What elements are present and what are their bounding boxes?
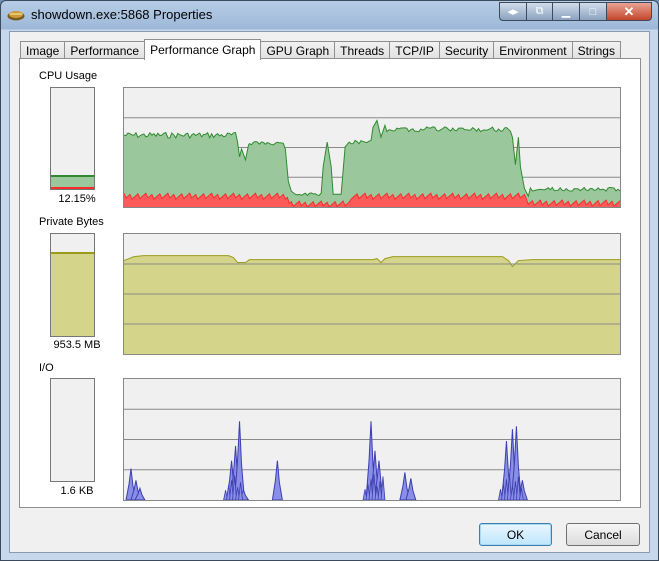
title-bar[interactable]: showdown.exe:5868 Properties ◂▸ ⧉ ▁ □ ✕ <box>1 1 658 30</box>
maximize-button[interactable]: □ <box>580 2 607 21</box>
close-button[interactable]: ✕ <box>607 2 652 21</box>
io-plot <box>124 408 620 500</box>
io-spike <box>380 476 386 500</box>
window-title: showdown.exe:5868 Properties <box>31 7 213 22</box>
minimize-button[interactable]: ▁ <box>553 2 580 21</box>
restore-window-button[interactable]: ⧉ <box>527 2 553 21</box>
private-bytes-value: 953.5 MB <box>53 339 101 351</box>
tab-environment[interactable]: Environment <box>493 41 573 59</box>
cpu-usage-meter <box>50 87 95 190</box>
io-label: I/O <box>39 362 54 374</box>
tab-image[interactable]: Image <box>20 41 66 59</box>
tab-performance-graph[interactable]: Performance Graph <box>144 39 262 60</box>
private-bytes-area-fill <box>124 255 620 354</box>
private-bytes-meter-fill <box>51 252 94 336</box>
tab-strip: Image Performance Performance Graph GPU … <box>20 39 621 60</box>
cpu-usage-meter-fill <box>51 174 94 189</box>
cpu-usage-graph <box>123 87 621 208</box>
pin-button[interactable]: ◂▸ <box>499 2 527 21</box>
io-graph <box>123 378 621 501</box>
tab-performance[interactable]: Performance <box>64 41 146 59</box>
arrows-icon: ◂▸ <box>507 6 519 18</box>
private-bytes-label: Private Bytes <box>39 216 104 228</box>
cpu-usage-value: 12.15% <box>58 193 96 205</box>
private-bytes-graph <box>123 233 621 355</box>
tab-tcpip[interactable]: TCP/IP <box>389 41 440 59</box>
cancel-button[interactable]: Cancel <box>566 523 640 546</box>
properties-window: showdown.exe:5868 Properties ◂▸ ⧉ ▁ □ ✕ … <box>0 0 659 561</box>
private-bytes-plot <box>124 255 620 354</box>
performance-graph-panel: CPU Usage 12.15% Private Bytes 953.5 MB … <box>19 58 641 508</box>
io-meter <box>50 378 95 482</box>
maximize-icon: □ <box>589 5 597 18</box>
minimize-icon: ▁ <box>561 6 571 18</box>
tab-gpu-graph[interactable]: GPU Graph <box>260 41 336 59</box>
ok-button[interactable]: OK <box>479 523 552 546</box>
io-value: 1.6 KB <box>60 485 94 497</box>
tab-security[interactable]: Security <box>438 41 495 59</box>
close-icon: ✕ <box>623 3 635 19</box>
io-spike <box>271 460 283 500</box>
cpu-usage-plot <box>124 117 620 207</box>
tab-strings[interactable]: Strings <box>571 41 621 59</box>
cpu-usage-label: CPU Usage <box>39 70 98 82</box>
app-icon <box>7 11 25 21</box>
caption-buttons: ◂▸ ⧉ ▁ □ ✕ <box>499 2 652 21</box>
dialog-client: Image Performance Performance Graph GPU … <box>9 31 650 553</box>
private-bytes-meter <box>50 233 95 337</box>
tab-threads[interactable]: Threads <box>334 41 391 59</box>
window-icon: ⧉ <box>535 5 544 17</box>
